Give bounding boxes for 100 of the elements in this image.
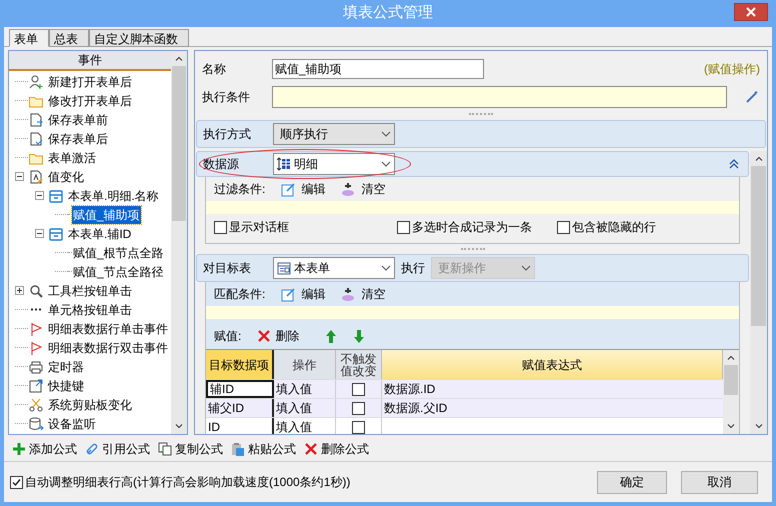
tree-item[interactable]: 赋值_辅助项 [72, 206, 141, 224]
collapse-icon[interactable] [35, 229, 44, 238]
toolbar-button[interactable]: 粘贴公式 [231, 438, 296, 458]
checkbox[interactable] [214, 220, 227, 234]
toolbar-button[interactable]: 添加公式 [12, 438, 77, 458]
tree-item[interactable]: 新建打开表单后 [47, 72, 133, 90]
clear-button[interactable]: 清空 [361, 285, 386, 303]
column-header[interactable]: 目标数据项 [206, 350, 274, 379]
shortcut-icon [28, 378, 44, 394]
collapse-icon[interactable] [15, 172, 24, 181]
tree-item[interactable]: 保存表单后 [47, 130, 109, 148]
checkbox[interactable] [557, 220, 570, 234]
tree-item[interactable]: 保存表单前 [47, 110, 109, 128]
table-cell-text: 数据源.ID [384, 381, 436, 398]
tree-item[interactable]: 值变化 [47, 168, 85, 186]
table-cell: 填入值 [274, 418, 336, 434]
tab[interactable]: 表单 [9, 29, 49, 47]
field-label: 执行 [401, 260, 425, 277]
scroll-up-icon[interactable] [727, 355, 735, 360]
scrollbar[interactable] [723, 350, 739, 434]
delete-button[interactable]: 删除 [275, 327, 300, 345]
checkbox[interactable] [352, 382, 365, 396]
filter-field[interactable] [206, 201, 739, 214]
scrollbar[interactable] [750, 151, 767, 434]
tab[interactable]: 自定义脚本函数 [89, 29, 189, 47]
edit-button[interactable]: 编辑 [301, 285, 326, 303]
tree-item[interactable]: 明细表数据行单击事件 [47, 320, 169, 338]
toolbar-button[interactable]: 引用公式 [85, 438, 150, 458]
device-icon [28, 416, 44, 432]
checkbox[interactable] [10, 476, 23, 488]
column-header[interactable]: 不触发值改变 [336, 350, 382, 379]
delete-icon [257, 329, 272, 343]
double-chevron-up-icon [729, 159, 739, 169]
scroll-down-icon[interactable] [175, 424, 183, 429]
field-label: 数据源 [203, 156, 240, 173]
scroll-up-icon[interactable] [754, 156, 762, 161]
events-header: 事件 [9, 51, 171, 71]
user-icon [28, 74, 44, 90]
save-icon [28, 112, 44, 128]
tree-item[interactable]: 修改打开表单后 [47, 92, 133, 110]
chevron-down-icon [381, 264, 391, 272]
name-field[interactable]: 赋值_辅助项 [272, 59, 484, 79]
grid-icon [277, 157, 291, 171]
tree-item[interactable]: 明细表数据行双击事件 [47, 338, 169, 356]
scrollbar-thumb[interactable] [724, 365, 738, 395]
link-icon [85, 442, 99, 456]
checkbox[interactable] [397, 220, 410, 234]
checkbox-label: 多选时合成记录为一条 [412, 219, 532, 236]
scrollbar-thumb[interactable] [172, 66, 186, 221]
tree-item[interactable]: 定时器 [47, 358, 85, 376]
scrollbar[interactable] [171, 51, 187, 434]
move-up-button[interactable] [325, 328, 338, 344]
table-cell[interactable]: ID [206, 418, 274, 434]
type-note: (赋值操作) [704, 61, 760, 78]
clear-button[interactable]: 清空 [361, 180, 386, 198]
scroll-up-icon[interactable] [175, 56, 183, 61]
table-cell[interactable]: 辅ID [206, 380, 274, 398]
field-label: 对目标表 [203, 260, 252, 277]
field-label: 执行方式 [203, 126, 252, 143]
scrollbar-thumb[interactable] [751, 166, 766, 326]
tree-item[interactable]: 快捷键 [47, 376, 85, 394]
toolbar-button[interactable]: 复制公式 [158, 438, 223, 458]
eraser-icon [341, 286, 356, 302]
chevron-down-icon [381, 130, 391, 138]
scroll-down-icon[interactable] [727, 424, 735, 429]
edit-button[interactable]: 编辑 [301, 180, 326, 198]
close-button[interactable] [734, 3, 768, 21]
column-header[interactable]: 赋值表达式 [382, 350, 723, 379]
saved-icon [28, 130, 44, 146]
toolbar-button[interactable]: 删除公式 [304, 438, 369, 458]
expand-icon[interactable] [15, 286, 24, 295]
dialog-button[interactable]: 确定 [597, 470, 667, 494]
table-icon [48, 188, 64, 204]
tree-item[interactable]: 系统剪贴板变化 [47, 396, 133, 414]
match-field[interactable] [206, 306, 739, 319]
tab[interactable]: 总表 [49, 29, 89, 47]
clipboard-icon [231, 442, 245, 456]
dropdown[interactable]: 明细 [273, 153, 395, 175]
checkbox-label: 包含被隐藏的行 [572, 219, 656, 236]
eraser-icon [341, 182, 356, 196]
column-header[interactable]: 操作 [274, 350, 336, 379]
tree-item[interactable]: 赋值_根节点全路 [72, 244, 165, 262]
tree-item[interactable]: 赋值_节点全路径 [72, 262, 165, 280]
move-down-button[interactable] [353, 328, 366, 344]
tree-item[interactable]: 设备监听 [47, 414, 97, 432]
tree-item[interactable]: 单元格按钮单击 [47, 300, 133, 318]
scroll-down-icon[interactable] [754, 424, 762, 429]
checkbox[interactable] [352, 402, 365, 414]
plus-icon [12, 442, 26, 456]
checkbox[interactable] [352, 420, 365, 434]
condition-field[interactable] [272, 86, 727, 108]
tree-item[interactable]: 表单激活 [47, 148, 97, 166]
dots-icon [30, 308, 42, 311]
tree-item[interactable]: 工具栏按钮单击 [47, 282, 133, 300]
dropdown[interactable]: 本表单 [273, 257, 395, 279]
dropdown[interactable]: 顺序执行 [273, 123, 395, 145]
tree-item[interactable]: 本表单.明细.名称 [67, 186, 160, 204]
collapse-icon[interactable] [35, 191, 44, 200]
dialog-button[interactable]: 取消 [681, 470, 758, 494]
tree-item[interactable]: 本表单.辅ID [67, 224, 132, 242]
